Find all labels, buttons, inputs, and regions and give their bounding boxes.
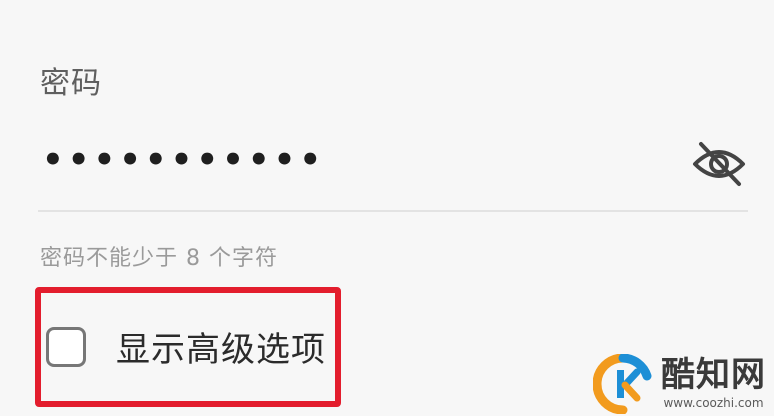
eye-slash-icon (693, 142, 745, 186)
advanced-options-checkbox[interactable] (46, 326, 86, 367)
advanced-options-label[interactable]: 显示高级选项 (116, 322, 326, 371)
password-hint: 密码不能少于 8 个字符 (40, 246, 278, 271)
watermark: 酷知网 www.coozhi.com (593, 354, 766, 414)
password-field[interactable]: ••••••••••• (38, 130, 748, 212)
password-label: 密码 (40, 66, 102, 101)
password-masked-value: ••••••••••• (42, 140, 326, 180)
watermark-name: 酷知网 (661, 355, 766, 395)
coozhi-logo-icon (593, 354, 652, 414)
watermark-url: www.coozhi.com (663, 396, 764, 410)
advanced-options-row[interactable]: 显示高级选项 (46, 322, 326, 371)
password-visibility-toggle[interactable] (690, 138, 748, 190)
